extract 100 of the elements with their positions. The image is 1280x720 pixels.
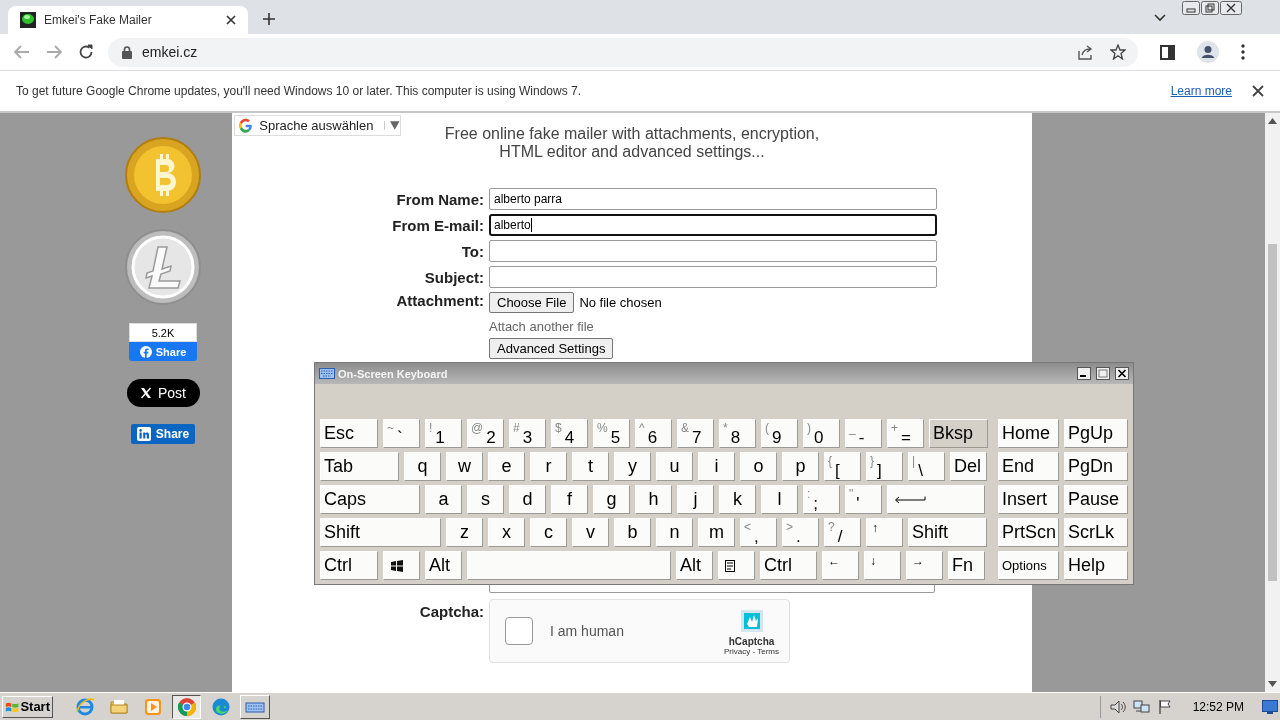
reload-icon[interactable] [78, 44, 94, 60]
side-panel-icon[interactable] [1160, 44, 1175, 60]
input-field[interactable]: alberto [489, 214, 937, 236]
keyboard-key[interactable]: $ 4 [551, 419, 588, 448]
network-icon[interactable] [1132, 698, 1151, 715]
keyboard-key[interactable]: End [998, 452, 1059, 481]
keyboard-key[interactable]: x [488, 518, 525, 547]
taskbar-button[interactable] [172, 694, 201, 719]
keyboard-key[interactable]: ^ 6 [635, 419, 672, 448]
keyboard-key[interactable]: Help [1064, 551, 1128, 580]
input-field[interactable]: alberto parra [489, 188, 937, 210]
keyboard-key[interactable]: d [509, 485, 546, 514]
keyboard-key[interactable]: v [572, 518, 609, 547]
facebook-share-button[interactable]: Share [129, 342, 197, 361]
keyboard-key[interactable]: s [467, 485, 504, 514]
keyboard-key[interactable]: p [782, 452, 819, 481]
keyboard-key[interactable]: PrtScn [998, 518, 1059, 547]
keyboard-key[interactable]: > . [782, 518, 819, 547]
keyboard-key[interactable]: ) 0 [803, 419, 840, 448]
chevron-down-icon[interactable] [1154, 14, 1166, 22]
keyboard-key[interactable]: u [656, 452, 693, 481]
keyboard-key[interactable]: Insert [998, 485, 1059, 514]
language-select[interactable]: Sprache auswählen [234, 115, 401, 136]
keyboard-key[interactable]: r [530, 452, 567, 481]
input-field[interactable] [489, 240, 937, 262]
keyboard-key[interactable]: Home [998, 419, 1059, 448]
keyboard-key[interactable] [718, 551, 755, 580]
keyboard-key[interactable]: PgUp [1064, 419, 1128, 448]
keyboard-key[interactable]: PgDn [1064, 452, 1128, 481]
keyboard-key[interactable]: h [635, 485, 672, 514]
keyboard-key[interactable]: Ctrl [320, 551, 378, 580]
keyboard-key[interactable]: ? / [824, 518, 861, 547]
enter-key[interactable] [887, 485, 985, 514]
scroll-up-icon[interactable] [1268, 118, 1277, 124]
keyboard-key[interactable]: m [698, 518, 735, 547]
keyboard-key[interactable]: Alt [676, 551, 713, 580]
keyboard-key[interactable]: ( 9 [761, 419, 798, 448]
learn-more-link[interactable]: Learn more [1170, 84, 1232, 98]
close-icon[interactable] [225, 14, 237, 26]
close-icon[interactable] [1115, 367, 1129, 380]
address-bar[interactable]: emkei.cz [108, 37, 1138, 67]
keyboard-key[interactable]: ↓ [864, 551, 901, 580]
keyboard-key[interactable]: b [614, 518, 651, 547]
keyboard-key[interactable]: @ 2 [467, 419, 504, 448]
keyboard-key[interactable]: w [446, 452, 483, 481]
keyboard-key[interactable]: ScrLk [1064, 518, 1128, 547]
keyboard-key[interactable]: l [761, 485, 798, 514]
keyboard-key[interactable] [383, 551, 420, 580]
input-field[interactable] [489, 266, 937, 288]
restore-icon[interactable] [1201, 1, 1219, 15]
close-icon[interactable] [1252, 85, 1264, 97]
privacy-terms-link[interactable]: Privacy - Terms [724, 647, 779, 656]
keyboard-key[interactable]: o [740, 452, 777, 481]
share-icon[interactable] [1078, 44, 1094, 60]
keyboard-key[interactable]: Tab [320, 452, 399, 481]
keyboard-key[interactable]: | \ [908, 452, 945, 481]
keyboard-key[interactable]: Pause [1064, 485, 1128, 514]
keyboard-key[interactable]: * 8 [719, 419, 756, 448]
keyboard-key[interactable]: ~ ` [383, 419, 420, 448]
keyboard-key[interactable]: Alt [425, 551, 462, 580]
flag-icon[interactable] [1156, 698, 1173, 715]
keyboard-key[interactable]: Bksp [929, 419, 988, 448]
keyboard-key[interactable]: i [698, 452, 735, 481]
linkedin-share-button[interactable]: Share [131, 424, 195, 444]
minimize-icon[interactable] [1077, 367, 1091, 380]
star-icon[interactable] [1110, 44, 1126, 60]
keyboard-key[interactable]: z [446, 518, 483, 547]
start-button[interactable]: Start [2, 695, 53, 718]
scrollbar[interactable] [1265, 113, 1280, 692]
attach-another-link[interactable]: Attach another file [489, 319, 937, 334]
show-desktop-icon[interactable] [1262, 699, 1278, 714]
keyboard-key[interactable]: # 3 [509, 419, 546, 448]
keyboard-key[interactable]: Options [998, 551, 1059, 580]
keyboard-key[interactable]: : ; [803, 485, 840, 514]
keyboard-key[interactable]: { [ [824, 452, 861, 481]
post-button[interactable]: Post [126, 379, 200, 407]
keyboard-key[interactable]: → [906, 551, 943, 580]
keyboard-key[interactable]: k [719, 485, 756, 514]
scroll-down-icon[interactable] [1268, 681, 1277, 687]
keyboard-key[interactable]: Fn [948, 551, 985, 580]
keyboard-key[interactable]: c [530, 518, 567, 547]
keyboard-key[interactable]: Caps [320, 485, 420, 514]
keyboard-key[interactable]: j [677, 485, 714, 514]
keyboard-key[interactable]: & 7 [677, 419, 714, 448]
bitcoin-icon[interactable] [125, 137, 201, 213]
keyboard-key[interactable]: f [551, 485, 588, 514]
menu-icon[interactable] [1241, 44, 1245, 60]
keyboard-key[interactable]: a [425, 485, 462, 514]
keyboard-key[interactable]: Del [950, 452, 987, 481]
keyboard-key[interactable]: e [488, 452, 525, 481]
browser-tab[interactable]: Emkei's Fake Mailer [8, 6, 248, 34]
new-tab-icon[interactable] [262, 12, 276, 26]
speaker-icon[interactable] [1108, 698, 1127, 715]
keyboard-key[interactable]: t [572, 452, 609, 481]
keyboard-key[interactable]: Shift [908, 518, 987, 547]
keyboard-key[interactable]: } ] [866, 452, 903, 481]
keyboard-key[interactable]: g [593, 485, 630, 514]
litecoin-icon[interactable] [125, 229, 201, 305]
keyboard-key[interactable]: + = [887, 419, 924, 448]
keyboard-key[interactable]: Esc [320, 419, 378, 448]
